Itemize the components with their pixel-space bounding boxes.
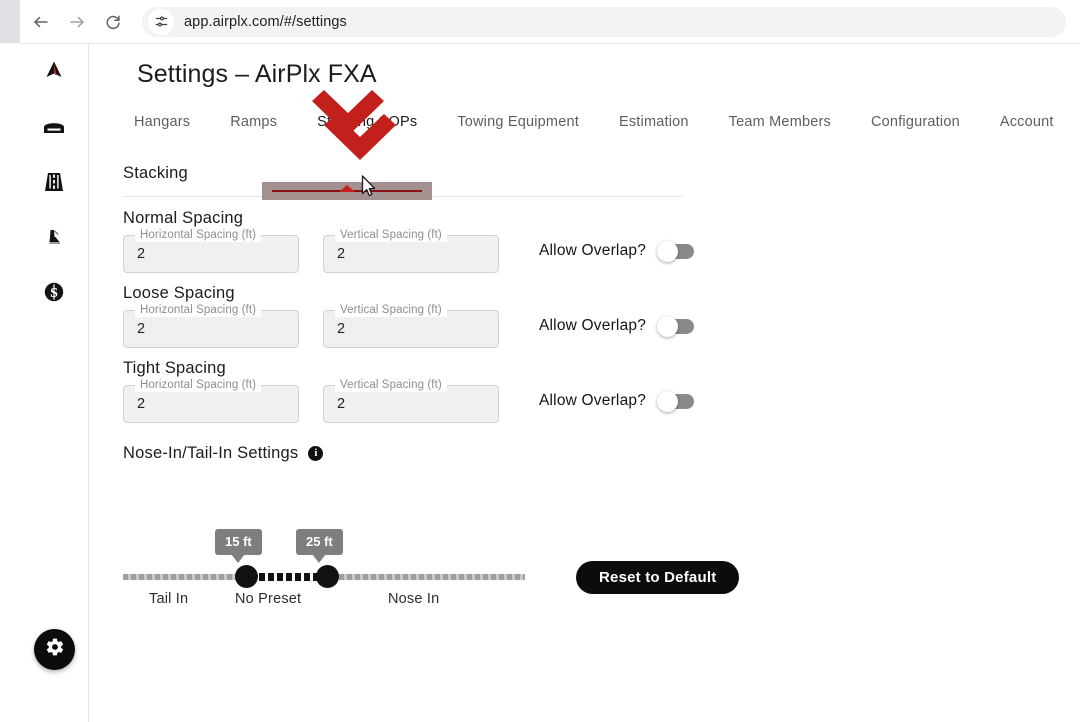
field-legend: Horizontal Spacing (ft) [135,228,261,242]
tow-tractor-icon [41,224,67,250]
toggle-thumb [657,391,678,412]
loose-allow-overlap-toggle[interactable] [660,319,694,334]
tight-allow-overlap: Allow Overlap? [539,392,694,410]
field-value: 2 [137,396,145,412]
slider-label-tail-in: Tail In [149,591,188,607]
field-value: 2 [137,321,145,337]
browser-chrome: app.airplx.com/#/settings [0,0,1080,43]
loose-allow-overlap: Allow Overlap? [539,317,694,335]
slider-label-no-preset: No Preset [235,591,301,607]
sidebar-item-ramps[interactable] [20,162,88,202]
field-value: 2 [337,396,345,412]
tight-horizontal-spacing-field[interactable]: Horizontal Spacing (ft) 2 [123,385,299,423]
slider-low-tooltip: 15 ft [215,529,262,555]
dollar-icon: S [42,280,66,304]
main-content: Settings – AirPlx FXA Hangars Ramps Stac… [88,44,1080,722]
airplane-icon [41,59,67,85]
nose-tail-heading-text: Nose-In/Tail-In Settings [123,444,298,463]
page-title: Settings – AirPlx FXA [137,60,377,89]
field-legend: Vertical Spacing (ft) [335,303,447,317]
reload-icon[interactable] [98,7,128,37]
tight-vertical-spacing-field[interactable]: Vertical Spacing (ft) 2 [323,385,499,423]
tab-ramps[interactable]: Ramps [230,114,277,130]
slider-handle-high[interactable] [316,565,339,588]
sidebar-item-aircraft[interactable] [20,52,88,92]
tight-allow-overlap-toggle[interactable] [660,394,694,409]
address-bar[interactable]: app.airplx.com/#/settings [142,7,1066,37]
gear-icon [45,637,65,662]
tab-hangars[interactable]: Hangars [134,114,190,130]
allow-overlap-label: Allow Overlap? [539,242,646,260]
stacking-section-title: Stacking [123,164,188,183]
annotation-marker-triangle [339,185,355,192]
group-label: Normal Spacing [123,209,763,228]
field-legend: Vertical Spacing (ft) [335,378,447,392]
slider-high-tooltip: 25 ft [296,529,343,555]
info-icon[interactable]: i [308,446,323,461]
group-label: Loose Spacing [123,284,763,303]
settings-fab[interactable] [34,629,75,670]
browser-tabstrip-gutter [0,0,20,43]
loose-spacing-group: Loose Spacing Horizontal Spacing (ft) 2 … [123,284,763,348]
sidebar-item-billing[interactable]: S [20,272,88,312]
field-legend: Vertical Spacing (ft) [335,228,447,242]
normal-vertical-spacing-field[interactable]: Vertical Spacing (ft) 2 [323,235,499,273]
back-arrow-icon[interactable] [26,7,56,37]
tab-estimation[interactable]: Estimation [619,114,689,130]
forward-arrow-icon[interactable] [62,7,92,37]
reset-to-default-button[interactable]: Reset to Default [576,561,739,594]
normal-allow-overlap-toggle[interactable] [660,244,694,259]
field-legend: Horizontal Spacing (ft) [135,303,261,317]
field-value: 2 [337,246,345,262]
field-value: 2 [337,321,345,337]
loose-vertical-spacing-field[interactable]: Vertical Spacing (ft) 2 [323,310,499,348]
browser-toolbar: app.airplx.com/#/settings [20,0,1080,43]
app-sidebar: S [20,44,89,722]
field-value: 2 [137,246,145,262]
loose-horizontal-spacing-field[interactable]: Horizontal Spacing (ft) 2 [123,310,299,348]
nose-tail-heading: Nose-In/Tail-In Settings i [123,444,323,463]
tab-stacking-sops[interactable]: Stacking SOPs [317,114,417,130]
normal-spacing-group: Normal Spacing Horizontal Spacing (ft) 2… [123,209,763,273]
slider-handle-low[interactable] [235,565,258,588]
field-legend: Horizontal Spacing (ft) [135,378,261,392]
page-viewport: S Settings – AirPlx FXA Hangars Ramps St… [20,43,1080,722]
normal-allow-overlap: Allow Overlap? [539,242,694,260]
slider-label-nose-in: Nose In [388,591,439,607]
hangar-icon [41,114,67,140]
address-bar-url: app.airplx.com/#/settings [184,14,347,30]
allow-overlap-label: Allow Overlap? [539,392,646,410]
settings-tabs: Hangars Ramps Stacking SOPs Towing Equip… [134,114,1080,130]
nose-tail-slider: 15 ft 25 ft Tail In No Preset Nose In Re… [123,499,763,609]
tab-towing-equipment[interactable]: Towing Equipment [457,114,579,130]
toggle-thumb [657,241,678,262]
tight-spacing-group: Tight Spacing Horizontal Spacing (ft) 2 … [123,359,763,423]
tab-team-members[interactable]: Team Members [729,114,831,130]
sidebar-item-hangars[interactable] [20,107,88,147]
tune-sliders-icon[interactable] [148,9,174,35]
sidebar-item-towing[interactable] [20,217,88,257]
runway-icon [41,169,67,195]
normal-horizontal-spacing-field[interactable]: Horizontal Spacing (ft) 2 [123,235,299,273]
tab-configuration[interactable]: Configuration [871,114,960,130]
annotation-highlight-bar [262,182,432,200]
allow-overlap-label: Allow Overlap? [539,317,646,335]
group-label: Tight Spacing [123,359,763,378]
toggle-thumb [657,316,678,337]
tab-account[interactable]: Account [1000,114,1054,130]
